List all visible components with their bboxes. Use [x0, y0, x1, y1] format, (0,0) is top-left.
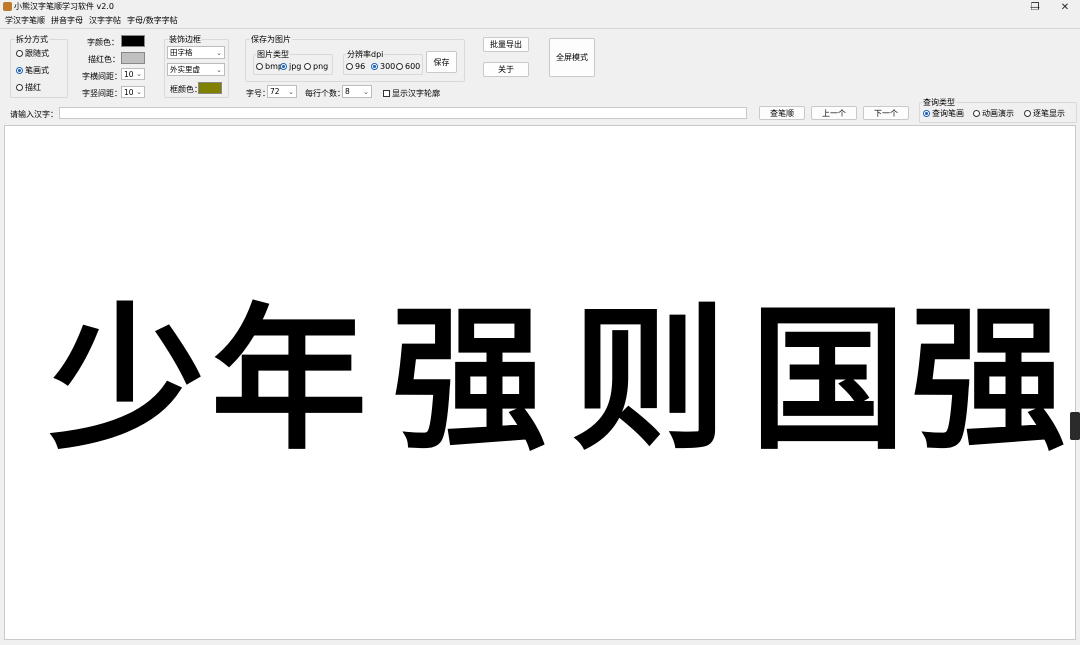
radio-icon[interactable]	[16, 50, 23, 57]
dpi-300[interactable]: 300	[371, 62, 395, 71]
radio-icon[interactable]	[396, 63, 403, 70]
chevron-down-icon: ⌄	[136, 88, 142, 96]
radio-selected-icon[interactable]	[371, 63, 378, 70]
query-option-step[interactable]: 逐笔显示	[1024, 108, 1065, 119]
window-title: 小熊汉字笔顺学习软件 v2.0	[14, 2, 114, 11]
radio-icon[interactable]	[346, 63, 353, 70]
image-type-bmp[interactable]: bmp	[256, 62, 283, 71]
image-type-title: 图片类型	[256, 49, 290, 60]
query-type-title: 查询类型	[922, 97, 956, 108]
radio-icon[interactable]	[304, 63, 311, 70]
radio-icon[interactable]	[16, 84, 23, 91]
trace-color-swatch[interactable]	[121, 52, 145, 64]
restore-icon[interactable]: ❐	[1021, 0, 1049, 14]
menu-tab-stroke-order[interactable]: 学汉字笔顺	[5, 15, 45, 26]
grid-type-select[interactable]: 田字格 ⌄	[167, 46, 225, 59]
radio-selected-icon[interactable]	[923, 110, 930, 117]
menu-tab-letter-copybook[interactable]: 字母/数字字帖	[127, 15, 178, 26]
menu-divider	[0, 28, 1080, 29]
dpi-600[interactable]: 600	[396, 62, 420, 71]
batch-export-button[interactable]: 批量导出	[483, 37, 529, 52]
save-button[interactable]: 保存	[426, 51, 457, 73]
per-row-select[interactable]: 8 ⌄	[342, 85, 372, 98]
image-type-jpg[interactable]: jpg	[280, 62, 301, 71]
per-row-label: 每行个数：	[305, 89, 345, 98]
radio-icon[interactable]	[256, 63, 263, 70]
menu-tab-pinyin[interactable]: 拼音字母	[51, 15, 83, 26]
query-option-animation[interactable]: 动画演示	[973, 108, 1014, 119]
about-button[interactable]: 关于	[483, 62, 529, 77]
radio-icon[interactable]	[1024, 110, 1031, 117]
hanzi-input[interactable]	[59, 107, 747, 119]
chevron-down-icon: ⌄	[216, 65, 222, 74]
hanzi-input-label: 请输入汉字：	[10, 110, 58, 119]
chevron-down-icon: ⌄	[288, 87, 294, 96]
chevron-down-icon: ⌄	[216, 48, 222, 57]
chevron-down-icon: ⌄	[363, 87, 369, 96]
display-char: 国	[750, 288, 906, 471]
app-icon	[3, 2, 12, 11]
chevron-down-icon: ⌄	[136, 70, 142, 78]
display-char: 则	[571, 288, 727, 471]
v-spacing-label: 字竖间距：	[82, 89, 122, 98]
split-mode-title: 拆分方式	[15, 34, 49, 45]
dpi-96[interactable]: 96	[346, 62, 365, 71]
dpi-title: 分辨率dpi	[346, 49, 385, 60]
radio-icon[interactable]	[973, 110, 980, 117]
prev-button[interactable]: 上一个	[811, 106, 857, 120]
image-type-png[interactable]: png	[304, 62, 328, 71]
save-image-title: 保存为图片	[250, 34, 292, 45]
display-char: 少	[49, 288, 205, 471]
v-spacing-select[interactable]: 10 ⌄	[121, 86, 145, 98]
next-button[interactable]: 下一个	[863, 106, 909, 120]
character-row: 少 年 强 则 国 强	[5, 126, 1075, 639]
display-char: 年	[211, 288, 367, 471]
side-handle[interactable]	[1070, 412, 1080, 440]
line-style-select[interactable]: 外实里虚 ⌄	[167, 63, 225, 76]
frame-color-swatch[interactable]	[198, 82, 222, 94]
split-option-trace[interactable]: 描红	[16, 82, 41, 93]
lookup-stroke-button[interactable]: 查笔顺	[759, 106, 805, 120]
h-spacing-label: 字横间距：	[82, 72, 122, 81]
split-option-follow[interactable]: 跟随式	[16, 48, 49, 59]
menu-tab-hanzi-copybook[interactable]: 汉字字帖	[89, 15, 121, 26]
checkbox-icon[interactable]	[383, 90, 390, 97]
close-icon[interactable]: ✕	[1051, 0, 1079, 14]
display-char: 强	[391, 288, 547, 471]
radio-selected-icon[interactable]	[280, 63, 287, 70]
query-option-strokes[interactable]: 查询笔画	[923, 108, 964, 119]
title-bar	[0, 0, 1080, 14]
font-size-select[interactable]: 72 ⌄	[267, 85, 297, 98]
border-title: 装饰边框	[168, 34, 202, 45]
outline-checkbox-row[interactable]: 显示汉字轮廓	[383, 88, 440, 99]
split-option-stroke[interactable]: 笔画式	[16, 65, 49, 76]
display-canvas: 少 年 强 则 国 强	[4, 125, 1076, 640]
fullscreen-button[interactable]: 全屏模式	[549, 38, 595, 77]
char-color-swatch[interactable]	[121, 35, 145, 47]
radio-selected-icon[interactable]	[16, 67, 23, 74]
h-spacing-select[interactable]: 10 ⌄	[121, 68, 145, 80]
display-char: 强	[910, 288, 1066, 471]
trace-color-label: 描红色：	[88, 55, 120, 64]
char-color-label: 字颜色：	[87, 38, 119, 47]
